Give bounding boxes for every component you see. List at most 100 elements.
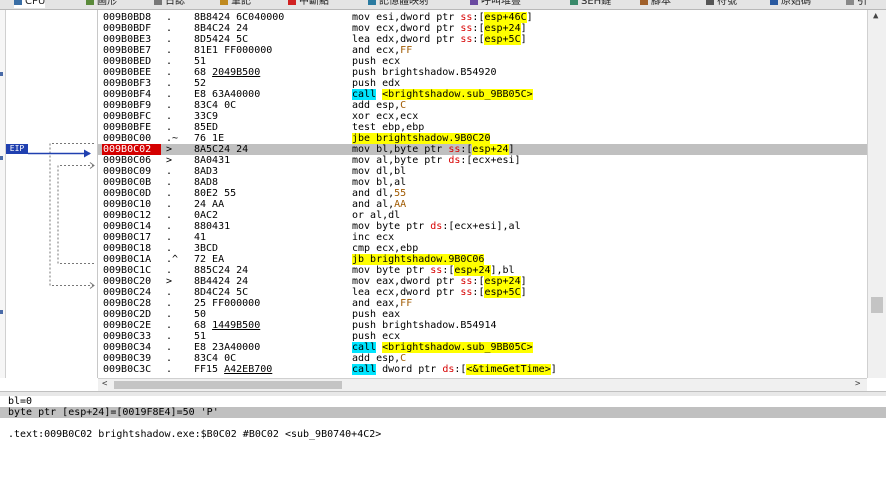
- branch-flag: .: [166, 342, 173, 353]
- disasm-row[interactable]: 009B0C28. 25 FF000000 and eax,FF: [98, 298, 867, 309]
- disasm-row[interactable]: 009B0C0B. 8AD8 mov bl,al: [98, 177, 867, 188]
- scroll-up-icon[interactable]: ▲: [873, 11, 878, 21]
- instruction: jb brightshadow.9B0C06: [352, 254, 485, 265]
- instruction: mov byte ptr ss:[esp+24],bl: [352, 265, 515, 276]
- opcode-bytes: 83C4 0C: [194, 100, 237, 111]
- cpu-icon: [14, 0, 22, 5]
- disasm-row[interactable]: 009B0C24. 8D4C24 5C lea ecx,dword ptr ss:[…: [98, 287, 867, 298]
- opcode-bytes: 8D4C24 5C: [194, 287, 249, 298]
- address: 009B0C00: [103, 133, 152, 144]
- tab-1[interactable]: 圖形: [86, 0, 117, 8]
- disasm-row[interactable]: 009B0C18. 3BCD cmp ecx,ebp: [98, 243, 867, 254]
- instruction: push ecx: [352, 331, 401, 342]
- branch-flag: .^: [166, 254, 179, 265]
- disasm-row[interactable]: 009B0C12. 0AC2 or al,dl: [98, 210, 867, 221]
- disasm-row[interactable]: 009B0C17. 41 inc ecx: [98, 232, 867, 243]
- margin-marker: [0, 156, 3, 160]
- disasm-row[interactable]: 009B0BE3. 8D5424 5C lea edx,dword ptr ss:[…: [98, 34, 867, 45]
- address: 009B0BD8: [103, 12, 152, 23]
- disasm-row[interactable]: 009B0C00 .~ 76 1E jbe brightshadow.9B0C20: [98, 133, 867, 144]
- tab-0[interactable]: CPU: [14, 0, 46, 8]
- pane-splitter[interactable]: [0, 391, 886, 396]
- disassembly-view[interactable]: 009B0BD8. 8B8424 6C040000 mov esi,dword pt…: [98, 10, 867, 378]
- branch-flag: .: [166, 265, 173, 276]
- disasm-row[interactable]: 009B0BED. 51 push ecx: [98, 56, 867, 67]
- disasm-row[interactable]: 009B0C14. 880431 mov byte ptr ds:[ecx+esi]…: [98, 221, 867, 232]
- branch-flag: .: [166, 34, 173, 45]
- address: 009B0BE7: [103, 45, 152, 56]
- disasm-row[interactable]: 009B0C2E. 68 1449B500 push brightshadow.B5…: [98, 320, 867, 331]
- symbols-icon: [706, 0, 714, 5]
- tab-6[interactable]: 呼叫堆疊: [470, 0, 521, 8]
- tab-label: 圖形: [97, 0, 117, 7]
- disasm-row[interactable]: 009B0BFE. 85ED test ebp,ebp: [98, 122, 867, 133]
- relocation-bytes: 2049B500: [212, 67, 261, 78]
- disasm-row[interactable]: 009B0BDF. 8B4C24 24 mov ecx,dword ptr ss:[…: [98, 23, 867, 34]
- instruction: and eax,FF: [352, 298, 413, 309]
- source-icon: [770, 0, 778, 5]
- horizontal-scroll-thumb[interactable]: [114, 381, 342, 389]
- tab-5[interactable]: 記憶體映射: [368, 0, 429, 8]
- opcode-bytes: 885C24 24: [194, 265, 249, 276]
- opcode-bytes: E8 23A40000: [194, 342, 261, 353]
- disasm-row[interactable]: 009B0C02 >8A5C24 24 mov bl,byte ptr ss:[es…: [98, 144, 867, 155]
- opcode-bytes: 25 FF000000: [194, 298, 261, 309]
- disasm-row[interactable]: 009B0BE7. 81E1 FF000000 and ecx,FF: [98, 45, 867, 56]
- disasm-row[interactable]: 009B0C0D. 80E2 55 and dl,55: [98, 188, 867, 199]
- address: 009B0BFE: [103, 122, 152, 133]
- scroll-left-icon[interactable]: <: [102, 379, 107, 389]
- tab-label: 中斷點: [299, 0, 329, 7]
- tab-11[interactable]: 引: [846, 0, 867, 8]
- instruction: mov bl,al: [352, 177, 407, 188]
- disasm-row[interactable]: 009B0C1C. 885C24 24 mov byte ptr ss:[esp+2…: [98, 265, 867, 276]
- instruction: and dl,55: [352, 188, 407, 199]
- disasm-row[interactable]: 009B0BF3. 52 push edx: [98, 78, 867, 89]
- instruction: mov byte ptr ds:[ecx+esi],al: [352, 221, 521, 232]
- branch-flag: .: [166, 100, 173, 111]
- disasm-row[interactable]: 009B0C39. 83C4 0C add esp,C: [98, 353, 867, 364]
- disasm-row[interactable]: 009B0BF9. 83C4 0C add esp,C: [98, 100, 867, 111]
- disasm-row[interactable]: 009B0C09. 8AD3 mov dl,bl: [98, 166, 867, 177]
- horizontal-scrollbar[interactable]: < >: [98, 378, 867, 391]
- disasm-row[interactable]: 009B0C06 >8A0431 mov al,byte ptr ds:[ecx+e…: [98, 155, 867, 166]
- tab-3[interactable]: 筆記: [220, 0, 251, 8]
- tab-4[interactable]: 中斷點: [288, 0, 329, 8]
- tab-7[interactable]: SEH鏈: [570, 0, 611, 8]
- branch-flag: .: [166, 353, 173, 364]
- tab-8[interactable]: 腳本: [640, 0, 671, 8]
- instruction: inc ecx: [352, 232, 395, 243]
- address: 009B0C28: [103, 298, 152, 309]
- address: 009B0C02: [102, 144, 161, 155]
- tab-label: 原始碼: [781, 0, 811, 7]
- opcode-bytes: 8A5C24 24: [194, 144, 249, 155]
- disasm-row[interactable]: 009B0C2D. 50 push eax: [98, 309, 867, 320]
- disasm-row[interactable]: 009B0C33. 51 push ecx: [98, 331, 867, 342]
- tab-label: 筆記: [231, 0, 251, 7]
- instruction: or al,dl: [352, 210, 401, 221]
- disasm-row[interactable]: 009B0BFC. 33C9 xor ecx,ecx: [98, 111, 867, 122]
- disasm-row[interactable]: 009B0C10. 24 AA and al,AA: [98, 199, 867, 210]
- branch-flag: .: [166, 45, 173, 56]
- vertical-scrollbar[interactable]: ▲: [867, 10, 886, 378]
- scroll-right-icon[interactable]: >: [855, 379, 860, 389]
- disasm-row[interactable]: 009B0BF4. E8 63A40000 call <brightshadow.s…: [98, 89, 867, 100]
- opcode-bytes: 8AD3: [194, 166, 219, 177]
- instruction: mov bl,byte ptr ss:[esp+24]: [352, 144, 515, 155]
- disasm-row[interactable]: 009B0C1A .^ 72 EA jb brightshadow.9B0C06: [98, 254, 867, 265]
- tab-label: 引: [857, 0, 867, 7]
- tab-10[interactable]: 原始碼: [770, 0, 811, 8]
- disasm-row[interactable]: 009B0BEE. 68 2049B500 push brightshadow.B5…: [98, 67, 867, 78]
- opcode-bytes: 50: [194, 309, 207, 320]
- disasm-row[interactable]: 009B0C3C. FF15 A42EB700 call dword ptr ds:…: [98, 364, 867, 375]
- disasm-row[interactable]: 009B0BD8. 8B8424 6C040000 mov esi,dword pt…: [98, 12, 867, 23]
- tab-2[interactable]: 日誌: [154, 0, 185, 8]
- disasm-row[interactable]: 009B0C20 >8B4424 24 mov eax,dword ptr ss:[…: [98, 276, 867, 287]
- disasm-row[interactable]: 009B0C34. E8 23A40000 call <brightshadow.s…: [98, 342, 867, 353]
- address: 009B0BED: [103, 56, 152, 67]
- relocation-bytes: A42EB700: [224, 364, 273, 375]
- address: 009B0C3C: [103, 364, 152, 375]
- instruction: push eax: [352, 309, 401, 320]
- opcode-bytes: 8AD8: [194, 177, 219, 188]
- tab-9[interactable]: 符號: [706, 0, 737, 8]
- vertical-scroll-thumb[interactable]: [871, 297, 883, 313]
